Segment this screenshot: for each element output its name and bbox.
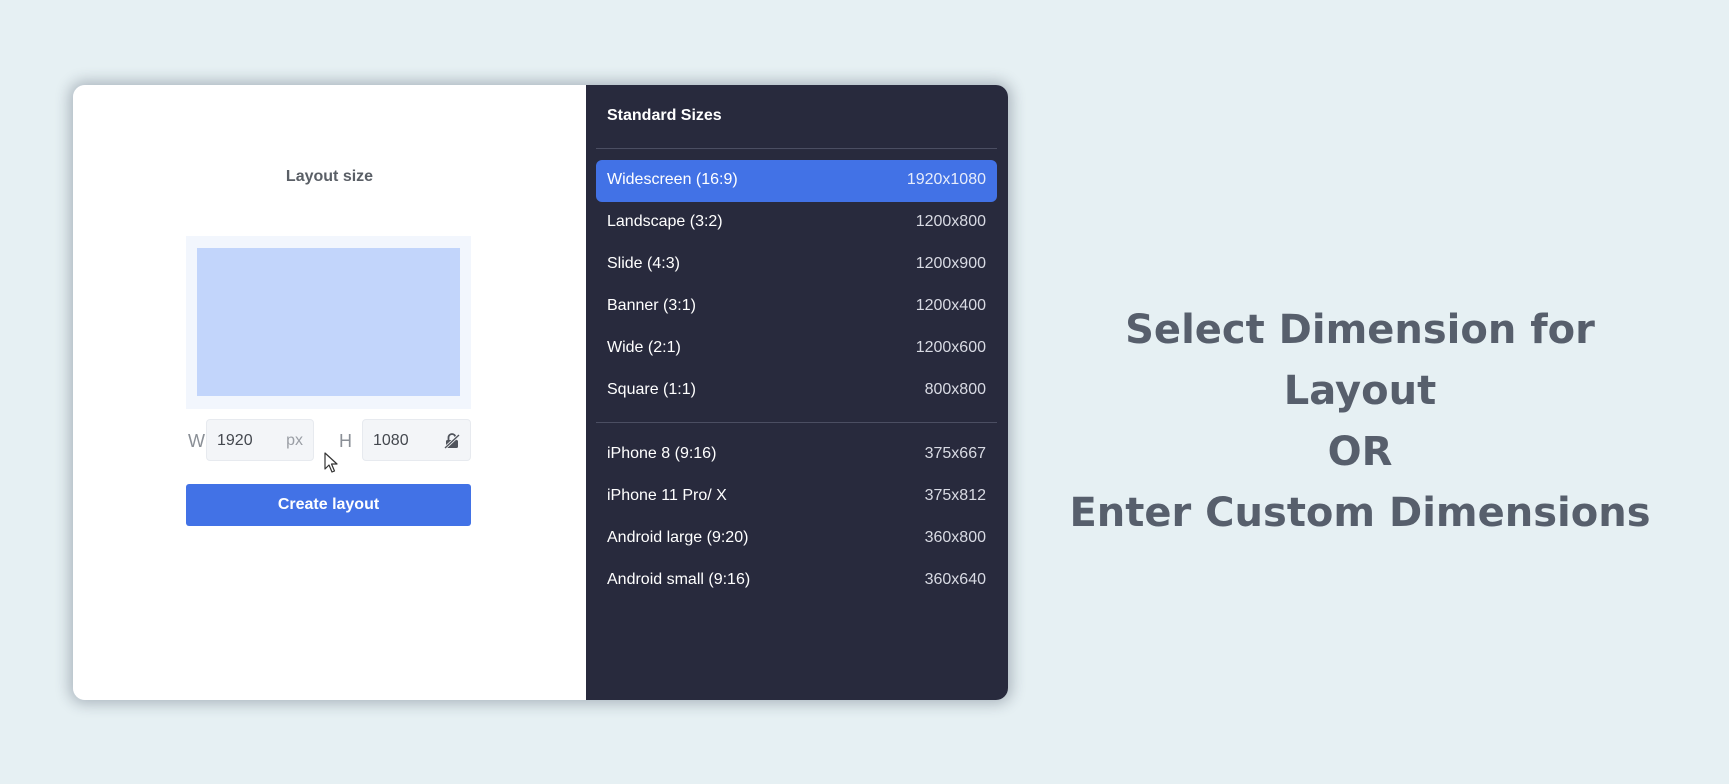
size-item-label: Square (1:1) bbox=[607, 381, 696, 398]
size-item-dims: 360x800 bbox=[924, 529, 986, 546]
create-layout-button[interactable]: Create layout bbox=[186, 484, 471, 526]
size-item-banner[interactable]: Banner (3:1) 1200x400 bbox=[596, 286, 997, 328]
size-item-widescreen[interactable]: Widescreen (16:9) 1920x1080 bbox=[596, 160, 997, 202]
size-item-label: Widescreen (16:9) bbox=[607, 171, 738, 188]
lock-aspect-icon[interactable] bbox=[443, 432, 461, 450]
size-item-dims: 360x640 bbox=[924, 571, 986, 588]
size-item-label: Wide (2:1) bbox=[607, 339, 681, 356]
height-label: H bbox=[339, 431, 352, 451]
size-item-iphone-11-pro-x[interactable]: iPhone 11 Pro/ X 375x812 bbox=[596, 476, 997, 518]
divider bbox=[596, 422, 997, 423]
caption-line-3: Enter Custom Dimensions bbox=[1069, 490, 1651, 536]
size-item-dims: 1200x900 bbox=[915, 255, 986, 272]
size-item-wide[interactable]: Wide (2:1) 1200x600 bbox=[596, 328, 997, 370]
caption-line-1: Select Dimension for Layout bbox=[1125, 307, 1595, 414]
size-item-label: Landscape (3:2) bbox=[607, 213, 723, 230]
width-label: W bbox=[188, 431, 205, 451]
layout-preview bbox=[186, 236, 471, 409]
size-item-dims: 375x667 bbox=[924, 445, 986, 462]
layout-preview-rect bbox=[197, 248, 460, 396]
size-item-iphone-8[interactable]: iPhone 8 (9:16) 375x667 bbox=[596, 434, 997, 476]
size-item-label: Slide (4:3) bbox=[607, 255, 680, 272]
size-item-label: iPhone 11 Pro/ X bbox=[607, 487, 727, 504]
height-input[interactable]: 1080 bbox=[362, 419, 471, 461]
size-item-landscape[interactable]: Landscape (3:2) 1200x800 bbox=[596, 202, 997, 244]
size-item-dims: 800x800 bbox=[924, 381, 986, 398]
size-item-dims: 1200x600 bbox=[915, 339, 986, 356]
layout-size-pane: Layout size W 1920 px H 1080 Create layo… bbox=[73, 85, 586, 700]
size-item-label: Android small (9:16) bbox=[607, 571, 751, 588]
width-value[interactable]: 1920 bbox=[217, 432, 253, 450]
size-item-label: Android large (9:20) bbox=[607, 529, 749, 546]
layout-size-title: Layout size bbox=[285, 168, 374, 185]
size-item-label: iPhone 8 (9:16) bbox=[607, 445, 717, 462]
size-item-dims: 1200x400 bbox=[915, 297, 986, 314]
standard-sizes-panel: Standard Sizes Widescreen (16:9) 1920x10… bbox=[586, 85, 1008, 700]
width-input[interactable]: 1920 px bbox=[206, 419, 314, 461]
size-item-android-large[interactable]: Android large (9:20) 360x800 bbox=[596, 518, 997, 560]
layout-size-dialog: Layout size W 1920 px H 1080 Create layo… bbox=[73, 85, 1008, 700]
mouse-cursor-icon bbox=[324, 452, 340, 474]
size-item-label: Banner (3:1) bbox=[607, 297, 696, 314]
size-item-android-small[interactable]: Android small (9:16) 360x640 bbox=[596, 560, 997, 602]
size-item-dims: 1920x1080 bbox=[906, 171, 986, 188]
standard-sizes-title: Standard Sizes bbox=[607, 107, 722, 124]
width-unit: px bbox=[286, 432, 303, 449]
caption-line-2: OR bbox=[1327, 429, 1393, 475]
size-item-slide[interactable]: Slide (4:3) 1200x900 bbox=[596, 244, 997, 286]
size-item-dims: 375x812 bbox=[924, 487, 986, 504]
caption-text: Select Dimension for Layout OR Enter Cus… bbox=[1050, 300, 1670, 544]
size-item-square[interactable]: Square (1:1) 800x800 bbox=[596, 370, 997, 412]
height-value[interactable]: 1080 bbox=[373, 432, 409, 450]
divider bbox=[596, 148, 997, 149]
size-item-dims: 1200x800 bbox=[915, 213, 986, 230]
